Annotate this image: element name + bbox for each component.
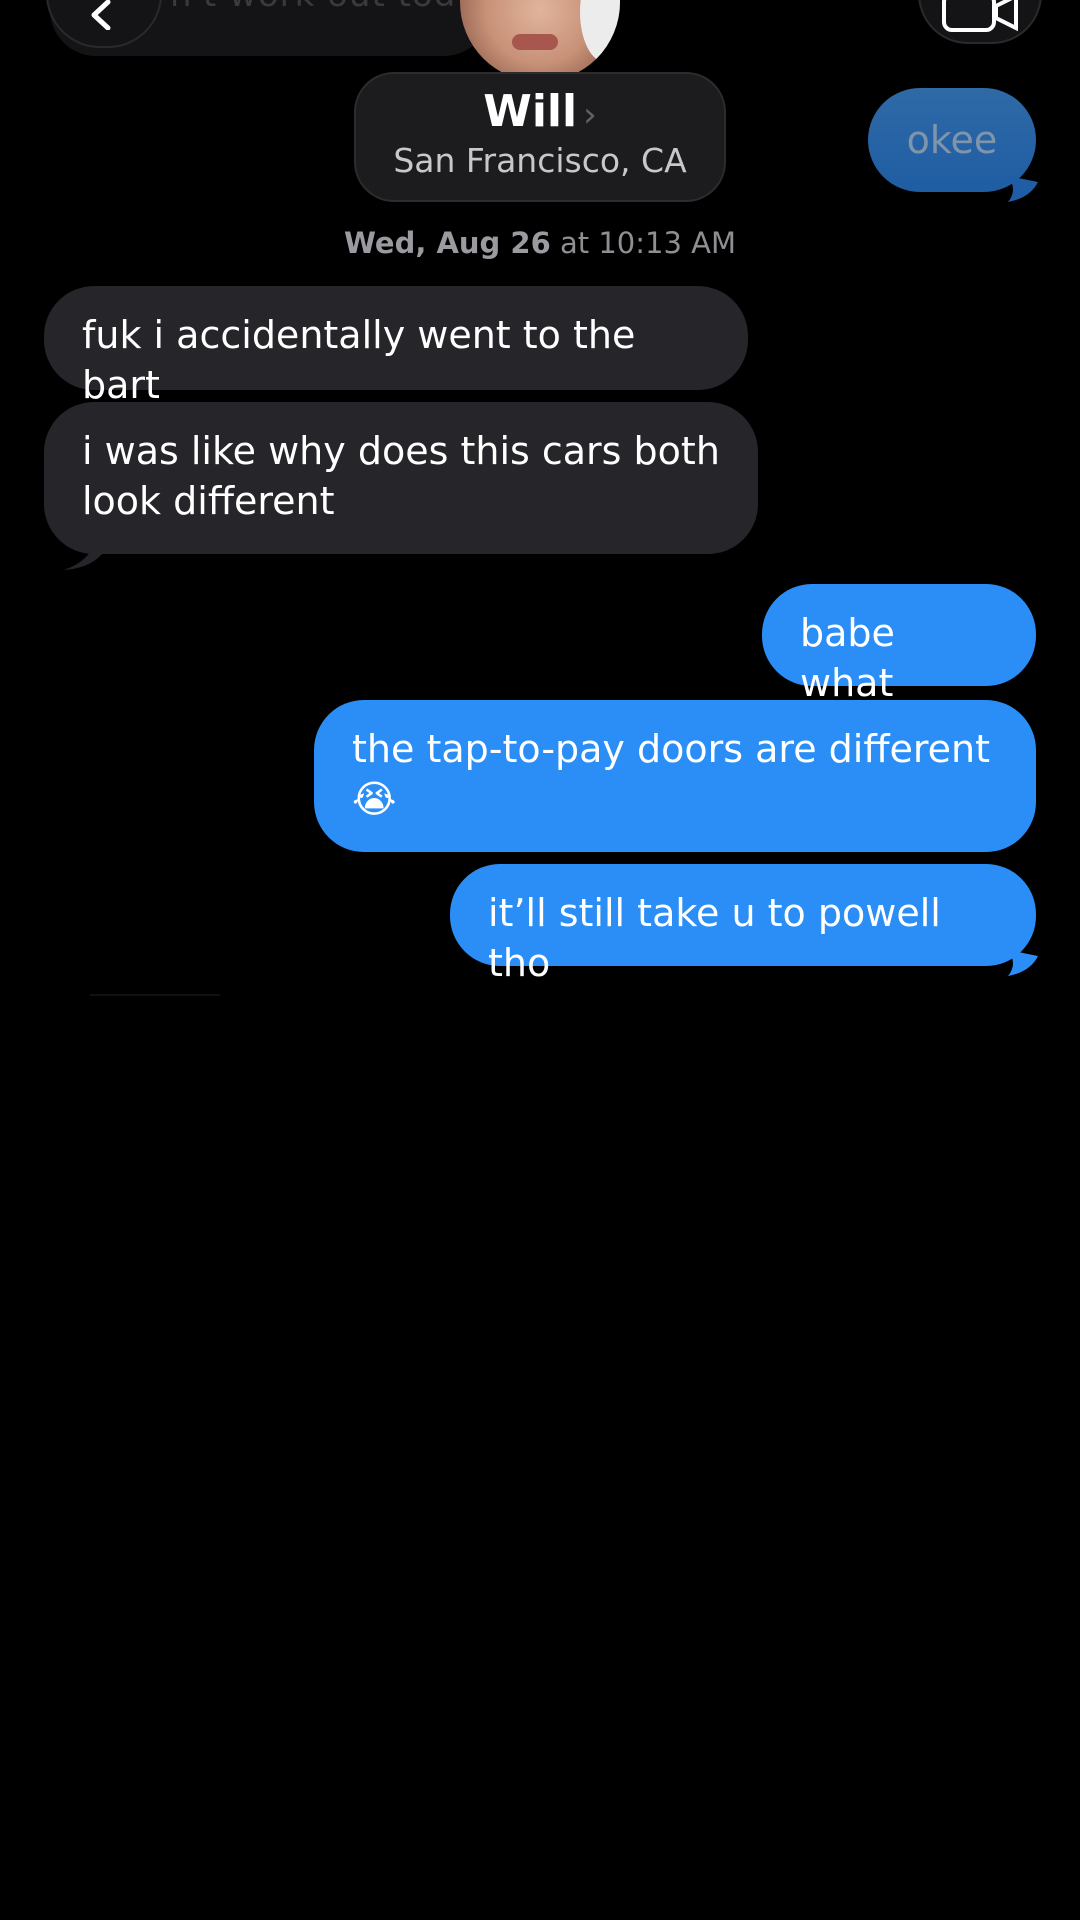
message-text: babe what bbox=[800, 611, 895, 705]
message-text: fuk i accidentally went to the bart bbox=[82, 313, 636, 407]
received-message-bubble[interactable]: i was like why does this cars both look … bbox=[44, 402, 758, 554]
message-text: okee bbox=[906, 118, 998, 162]
contact-avatar[interactable] bbox=[460, 0, 620, 82]
avatar-background bbox=[580, 0, 620, 62]
contact-name: Will bbox=[483, 86, 578, 137]
message-text: i was like why does this cars both look … bbox=[82, 429, 720, 523]
sent-message-bubble[interactable]: the tap-to-pay doors are different 😭 bbox=[314, 700, 1036, 852]
bubble-tail bbox=[1008, 950, 1038, 976]
contact-location: San Francisco, CA bbox=[393, 141, 687, 180]
sent-message-bubble[interactable]: it’ll still take u to powell tho bbox=[450, 864, 1036, 985]
timestamp-day: Wed, Aug 26 bbox=[343, 226, 551, 260]
video-camera-icon bbox=[942, 0, 1018, 32]
contact-header[interactable]: Will › San Francisco, CA bbox=[354, 72, 726, 202]
chevron-right-icon: › bbox=[583, 95, 597, 135]
previous-message-text: n't work out tod bbox=[170, 0, 456, 15]
message-timestamp: Wed, Aug 26 at 10:13 AM bbox=[0, 226, 1080, 260]
back-chevron-icon bbox=[91, 0, 111, 30]
bubble-tail bbox=[1008, 176, 1038, 202]
message-text: the tap-to-pay doors are different 😭 bbox=[352, 727, 991, 821]
contact-name-row: Will › bbox=[356, 86, 724, 137]
avatar-mouth bbox=[512, 34, 558, 50]
video-call-button[interactable] bbox=[918, 0, 1042, 44]
bubble-tail bbox=[64, 538, 102, 570]
timestamp-time: 10:13 AM bbox=[598, 226, 737, 260]
received-message-bubble[interactable]: fuk i accidentally went to the bart bbox=[44, 286, 748, 407]
divider bbox=[90, 994, 220, 996]
sent-message-bubble[interactable]: babe what bbox=[762, 584, 1036, 705]
timestamp-at: at bbox=[559, 226, 590, 260]
message-text: it’ll still take u to powell tho bbox=[488, 891, 941, 985]
